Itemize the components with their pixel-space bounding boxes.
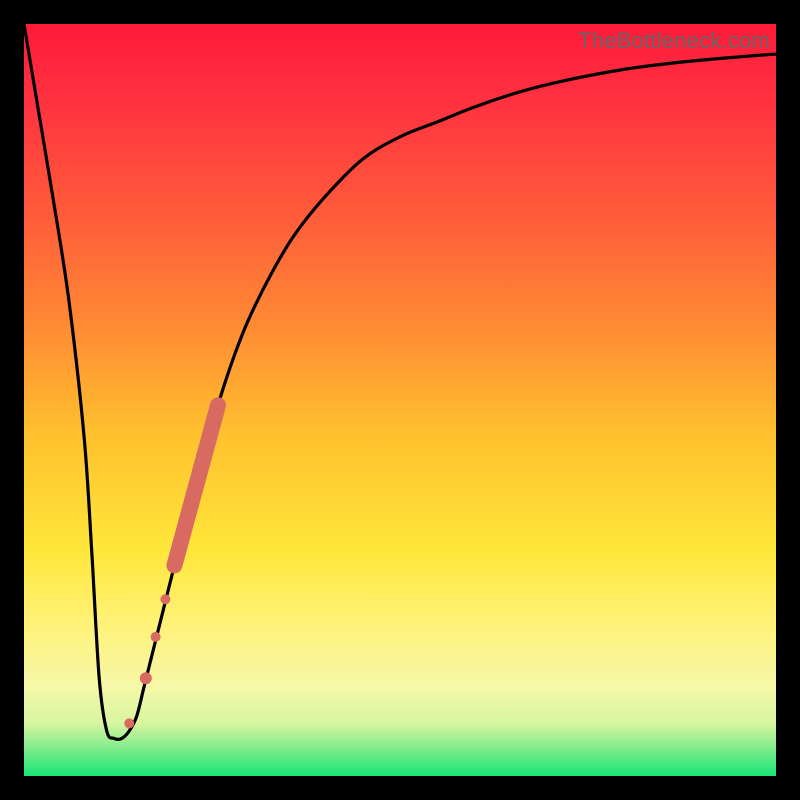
- data-point-marker: [140, 672, 152, 684]
- chart-frame: TheBottleneck.com: [0, 0, 800, 800]
- data-point-marker: [124, 718, 134, 728]
- data-point-marker: [160, 594, 170, 604]
- data-point-marker: [151, 632, 161, 642]
- plot-area: TheBottleneck.com: [24, 24, 776, 776]
- watermark-text: TheBottleneck.com: [578, 28, 770, 54]
- chart-svg: [24, 24, 776, 776]
